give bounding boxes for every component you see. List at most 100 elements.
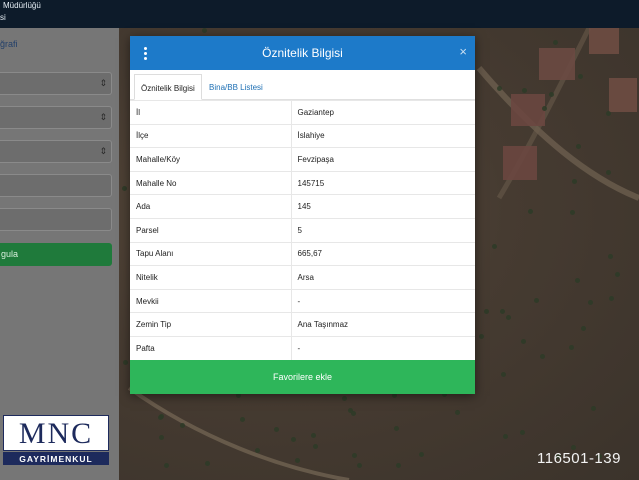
attribute-value: Gaziantep (291, 100, 475, 125)
map-tree (313, 444, 318, 449)
table-row: İl Gaziantep (130, 100, 475, 125)
map-tree (540, 354, 545, 359)
map-tree (606, 111, 611, 116)
map-tree (352, 453, 357, 458)
map-tree (581, 326, 586, 331)
attribute-key: Mahalle No (130, 170, 292, 195)
map-tree (553, 40, 558, 45)
attribute-key: Ada (130, 194, 292, 219)
neighborhood-select[interactable]: ⇕ (0, 140, 112, 163)
map-tree (588, 300, 593, 305)
attribute-value: İslahiye (291, 123, 475, 148)
map-tree (497, 86, 502, 91)
map-tree (492, 244, 497, 249)
table-row: İlçe İslahiye (130, 123, 475, 148)
logo-subtitle: GAYRİMENKUL (3, 452, 109, 465)
map-tree (501, 372, 506, 377)
top-header-bar: Müdürlüğü si (0, 0, 639, 28)
map-tree (609, 296, 614, 301)
map-tree (503, 434, 508, 439)
attribute-key: Mahalle/Köy (130, 147, 292, 172)
attribute-value: Fevzipaşa (291, 147, 475, 172)
close-icon[interactable]: × (459, 44, 467, 59)
map-tree (240, 417, 245, 422)
block-input[interactable] (0, 174, 112, 197)
left-sidebar: ğrafi ⇕ ⇕ ⇕ gula (0, 28, 119, 480)
attribute-info-dialog: Öznitelik Bilgisi × Öznitelik Bilgisi Bi… (130, 36, 475, 394)
table-row: Tapu Alanı 665,67 (130, 241, 475, 266)
map-tree (572, 179, 577, 184)
map-tree (180, 423, 185, 428)
map-tree (534, 298, 539, 303)
map-tree (521, 339, 526, 344)
map-tree (569, 345, 574, 350)
province-select[interactable]: ⇕ (0, 72, 112, 95)
map-tree (311, 433, 316, 438)
dropdown-caret-icon: ⇕ (99, 112, 107, 122)
attribute-key: İl (130, 100, 292, 125)
header-subtitle: si (0, 13, 6, 22)
map-tree (606, 170, 611, 175)
map-tree (608, 254, 613, 259)
map-tree (528, 209, 533, 214)
table-row: Nitelik Arsa (130, 265, 475, 290)
map-tree (158, 415, 163, 420)
attribute-value: 5 (291, 217, 475, 243)
attribute-key: Pafta (130, 335, 292, 361)
query-button[interactable]: gula (0, 243, 112, 266)
dialog-header: Öznitelik Bilgisi × (130, 36, 475, 70)
table-row: Zemin Tip Ana Taşınmaz (130, 312, 475, 337)
attribute-key: Parsel (130, 217, 292, 243)
map-tree (348, 408, 353, 413)
map-tree (591, 406, 596, 411)
table-row: Mahalle/Köy Fevzipaşa (130, 147, 475, 172)
map-tree (342, 396, 347, 401)
attribute-key: Tapu Alanı (130, 241, 292, 266)
header-title: Müdürlüğü (3, 1, 41, 10)
table-row: Pafta - (130, 335, 475, 361)
map-tree (615, 272, 620, 277)
attribute-value: Arsa (291, 265, 475, 290)
mnc-logo: MNC GAYRİMENKUL (3, 415, 109, 465)
tab-attribute-info[interactable]: Öznitelik Bilgisi (134, 74, 202, 100)
map-tree (520, 430, 525, 435)
map-tree (455, 410, 460, 415)
logo-name: MNC (18, 417, 94, 450)
map-tree (576, 144, 581, 149)
map-tree (500, 309, 505, 314)
attribute-table: İl Gaziantep İlçe İslahiye Mahalle/Köy Fevzip… (130, 100, 475, 361)
map-tree (479, 334, 484, 339)
table-row: Mevkii - (130, 288, 475, 313)
map-tree (484, 309, 489, 314)
map-tree (419, 452, 424, 457)
table-row: Parsel 5 (130, 217, 475, 243)
dropdown-caret-icon: ⇕ (99, 146, 107, 156)
map-tree (295, 458, 300, 463)
attribute-value: 145715 (291, 170, 475, 195)
attribute-key: Nitelik (130, 265, 292, 290)
attribute-key: İlçe (130, 123, 292, 148)
map-tree (506, 315, 511, 320)
map-tree (549, 92, 554, 97)
dropdown-caret-icon: ⇕ (99, 78, 107, 88)
attribute-value: 665,67 (291, 241, 475, 266)
map-tree (394, 426, 399, 431)
listing-id: 116501-139 (537, 450, 621, 467)
map-tree (522, 88, 527, 93)
parcel-input[interactable] (0, 208, 112, 231)
dialog-tabs: Öznitelik Bilgisi Bina/BB Listesi (130, 70, 475, 100)
sidebar-link[interactable]: ğrafi (0, 39, 18, 49)
add-to-favorites-button[interactable]: Favorilere ekle (130, 360, 475, 394)
tab-building-list[interactable]: Bina/BB Listesi (203, 74, 269, 100)
map-tree (123, 360, 128, 365)
district-select[interactable]: ⇕ (0, 106, 112, 129)
map-tree (274, 427, 279, 432)
attribute-value: - (291, 335, 475, 361)
map-tree (122, 186, 127, 191)
attribute-value: - (291, 288, 475, 313)
map-tree (291, 437, 296, 442)
table-row: Ada 145 (130, 194, 475, 219)
table-row: Mahalle No 145715 (130, 170, 475, 195)
attribute-value: 145 (291, 194, 475, 219)
map-tree (542, 106, 547, 111)
